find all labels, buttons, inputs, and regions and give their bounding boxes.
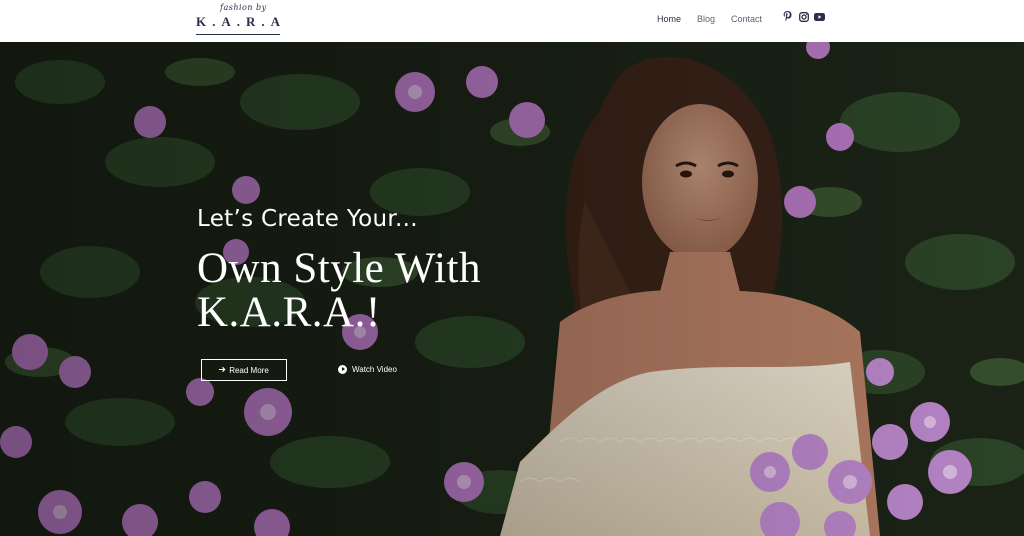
site-header: fashion by K.A.R.A Home Blog Contact — [0, 0, 1024, 42]
site-logo[interactable]: fashion by K.A.R.A — [196, 2, 280, 38]
hero-banner: Let’s Create Your... Own Style With K.A.… — [0, 42, 1024, 536]
logo-underline — [196, 34, 280, 35]
logo-name: K.A.R.A — [196, 14, 287, 29]
nav-item-contact[interactable]: Contact — [731, 13, 762, 25]
play-icon — [338, 364, 347, 374]
watch-video-button[interactable]: Watch Video — [338, 362, 397, 376]
arrow-right-icon — [219, 366, 226, 375]
instagram-icon[interactable] — [798, 11, 809, 22]
hero-kicker: Let’s Create Your... — [197, 206, 418, 232]
read-more-button[interactable]: Read More — [201, 359, 287, 381]
nav-item-home[interactable]: Home — [657, 13, 681, 25]
main-nav: Home Blog Contact — [657, 13, 778, 25]
logo-tagline: fashion by — [220, 3, 267, 12]
social-links — [782, 11, 825, 22]
hero-headline: Own Style With K.A.R.A.! — [197, 245, 481, 336]
nav-item-blog[interactable]: Blog — [697, 13, 715, 25]
youtube-icon[interactable] — [814, 11, 825, 22]
watch-video-label: Watch Video — [352, 364, 397, 374]
read-more-label: Read More — [229, 365, 269, 375]
pinterest-icon[interactable] — [782, 11, 793, 22]
